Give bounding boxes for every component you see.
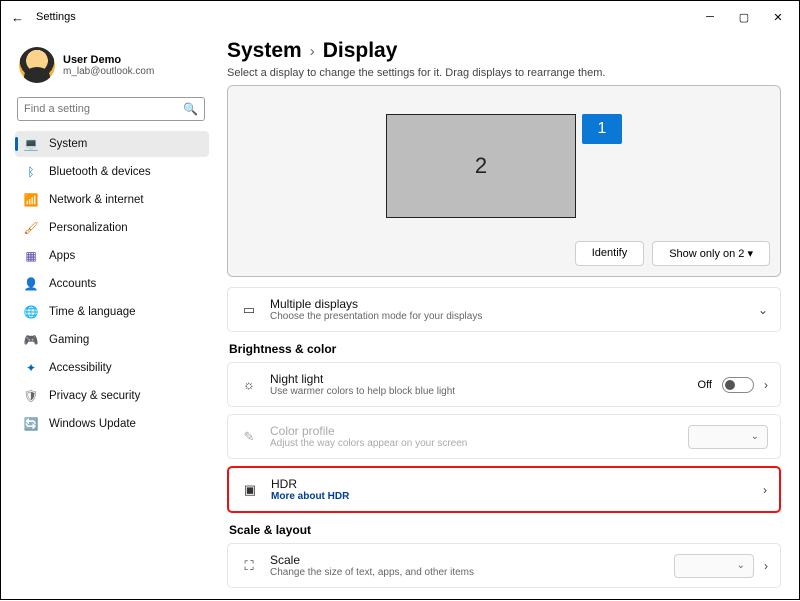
update-icon: 🔄	[23, 416, 39, 432]
gamepad-icon: 🎮	[23, 332, 39, 348]
section-brightness: Brightness & color	[229, 342, 781, 356]
card-subtitle-link[interactable]: More about HDR	[271, 491, 751, 502]
shield-icon: 🛡	[23, 388, 39, 404]
sidebar-item-label: Privacy & security	[49, 390, 140, 402]
sidebar-item-bluetooth[interactable]: ᛒ Bluetooth & devices	[15, 159, 209, 185]
back-button[interactable]: ←	[11, 10, 24, 25]
profile-block[interactable]: User Demo m_lab@outlook.com	[15, 41, 209, 93]
sidebar-item-system[interactable]: 💻 System	[15, 131, 209, 157]
show-only-dropdown[interactable]: Show only on 2	[652, 241, 770, 266]
sidebar-item-label: Accessibility	[49, 362, 112, 374]
sidebar-item-accessibility[interactable]: ✦ Accessibility	[15, 355, 209, 381]
chevron-right-icon: ›	[310, 43, 315, 60]
card-subtitle: Use warmer colors to help block blue lig…	[270, 386, 686, 397]
chevron-right-icon: ›	[763, 483, 767, 497]
sidebar-item-label: Apps	[49, 250, 75, 262]
sidebar-item-personalization[interactable]: 🖌 Personalization	[15, 215, 209, 241]
eyedropper-icon: ✎	[240, 429, 258, 445]
sidebar-item-label: Time & language	[49, 306, 136, 318]
monitor-2[interactable]: 2	[386, 114, 576, 218]
sidebar-item-accounts[interactable]: 👤 Accounts	[15, 271, 209, 297]
brush-icon: 🖌	[23, 220, 39, 236]
wifi-icon: 📶	[23, 192, 39, 208]
scale-dropdown[interactable]: ⌄	[674, 554, 754, 578]
card-night-light[interactable]: ☼ Night light Use warmer colors to help …	[227, 362, 781, 407]
sidebar-item-apps[interactable]: ▦ Apps	[15, 243, 209, 269]
close-button[interactable]: ✕	[761, 3, 795, 31]
sidebar-item-label: Network & internet	[49, 194, 144, 206]
sidebar-item-gaming[interactable]: 🎮 Gaming	[15, 327, 209, 353]
main-content: System › Display Select a display to cha…	[213, 33, 799, 601]
card-multiple-displays[interactable]: ▭ Multiple displays Choose the presentat…	[227, 287, 781, 332]
card-title: HDR	[271, 477, 751, 491]
identify-button[interactable]: Identify	[575, 241, 644, 266]
card-title: Multiple displays	[270, 297, 746, 311]
sidebar-item-label: Accounts	[49, 278, 96, 290]
bluetooth-icon: ᛒ	[23, 164, 39, 180]
apps-icon: ▦	[23, 248, 39, 264]
monitor-1[interactable]: 1	[582, 114, 622, 144]
search-box[interactable]: 🔍	[17, 97, 205, 121]
breadcrumb-leaf: Display	[323, 39, 398, 63]
card-title: Night light	[270, 372, 686, 386]
person-icon: 👤	[23, 276, 39, 292]
sun-icon: ☼	[240, 377, 258, 392]
monitors-icon: ▭	[240, 302, 258, 318]
card-subtitle: Choose the presentation mode for your di…	[270, 311, 746, 322]
maximize-button[interactable]: ▢	[727, 3, 761, 31]
breadcrumb: System › Display	[227, 39, 781, 63]
title-bar: ← Settings ─ ▢ ✕	[1, 1, 799, 33]
search-icon: 🔍	[183, 102, 198, 116]
section-scale: Scale & layout	[229, 523, 781, 537]
hdr-icon: ▣	[241, 482, 259, 498]
card-hdr[interactable]: ▣ HDR More about HDR ›	[227, 466, 781, 513]
card-title: Color profile	[270, 424, 676, 438]
scale-icon: ⛶	[240, 558, 258, 574]
sidebar-item-update[interactable]: 🔄 Windows Update	[15, 411, 209, 437]
chevron-down-icon: ⌄	[758, 303, 768, 317]
card-subtitle: Change the size of text, apps, and other…	[270, 567, 662, 578]
sidebar-item-label: Personalization	[49, 222, 128, 234]
sidebar-item-label: Bluetooth & devices	[49, 166, 151, 178]
search-input[interactable]	[24, 103, 183, 115]
sidebar-item-privacy[interactable]: 🛡 Privacy & security	[15, 383, 209, 409]
breadcrumb-root[interactable]: System	[227, 39, 302, 63]
toggle-state-label: Off	[698, 379, 712, 391]
card-title: Scale	[270, 553, 662, 567]
globe-icon: 🌐	[23, 304, 39, 320]
sidebar-item-label: Windows Update	[49, 418, 136, 430]
system-icon: 💻	[23, 136, 39, 152]
chevron-right-icon: ›	[764, 559, 768, 573]
accessibility-icon: ✦	[23, 360, 39, 376]
minimize-button[interactable]: ─	[693, 3, 727, 31]
sidebar: User Demo m_lab@outlook.com 🔍 💻 System ᛒ…	[1, 33, 213, 601]
night-light-toggle[interactable]	[722, 377, 754, 393]
chevron-right-icon: ›	[764, 378, 768, 392]
user-email: m_lab@outlook.com	[63, 66, 154, 77]
sidebar-item-network[interactable]: 📶 Network & internet	[15, 187, 209, 213]
window-title: Settings	[36, 11, 76, 23]
color-profile-dropdown: ⌄	[688, 425, 768, 449]
sidebar-item-label: Gaming	[49, 334, 89, 346]
display-arrange-box[interactable]: 2 1 Identify Show only on 2	[227, 85, 781, 277]
user-name: User Demo	[63, 54, 154, 66]
card-scale[interactable]: ⛶ Scale Change the size of text, apps, a…	[227, 543, 781, 588]
sidebar-item-label: System	[49, 138, 87, 150]
sidebar-item-time[interactable]: 🌐 Time & language	[15, 299, 209, 325]
avatar	[19, 47, 55, 83]
card-subtitle: Adjust the way colors appear on your scr…	[270, 438, 676, 449]
card-color-profile: ✎ Color profile Adjust the way colors ap…	[227, 414, 781, 459]
instruction-text: Select a display to change the settings …	[227, 67, 781, 79]
